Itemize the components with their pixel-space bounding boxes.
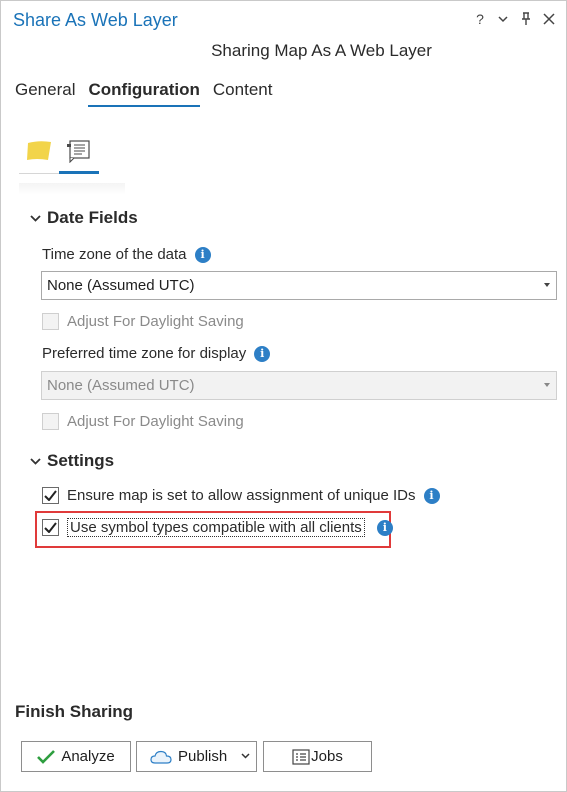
pane-title: Share As Web Layer [13, 10, 178, 30]
checkmark-icon [44, 522, 57, 533]
symbol-types-row: Use symbol types compatible with all cli… [42, 518, 393, 537]
date-fields-title: Date Fields [47, 208, 138, 227]
jobs-list-icon [292, 748, 310, 765]
preferred-tz-label-text: Preferred time zone for display [42, 345, 247, 362]
adjust-dst-row-2: Adjust For Daylight Saving [42, 413, 244, 430]
pin-icon[interactable] [519, 10, 533, 28]
unique-ids-checkbox[interactable] [42, 487, 59, 504]
subtab-layers[interactable] [19, 129, 59, 173]
symbol-types-checkbox[interactable] [42, 519, 59, 536]
share-as-web-layer-pane: Share As Web Layer ? Sharing Map As A We… [0, 0, 567, 792]
time-zone-value: None (Assumed UTC) [47, 277, 195, 294]
cloud-icon [150, 750, 172, 764]
adjust-dst-row-1: Adjust For Daylight Saving [42, 313, 244, 330]
checkmark-icon [44, 490, 57, 501]
time-zone-label-text: Time zone of the data [42, 246, 187, 263]
options-dropdown-icon[interactable] [496, 10, 510, 28]
chevron-down-icon [29, 455, 41, 467]
jobs-label: Jobs [311, 748, 343, 765]
info-icon[interactable]: i [423, 487, 440, 504]
dropdown-caret-icon [544, 383, 550, 387]
subtab-configure[interactable] [59, 129, 99, 173]
dropdown-caret-icon [544, 283, 550, 287]
pane-titlebar: Share As Web Layer ? [1, 1, 566, 39]
time-zone-label: Time zone of the data i [42, 246, 211, 263]
unique-ids-label: Ensure map is set to allow assignment of… [67, 487, 416, 504]
subtitle-text: Sharing Map As A Web Layer [211, 41, 432, 60]
configuration-subtabs [19, 129, 125, 195]
finish-sharing-header: Finish Sharing [15, 702, 134, 721]
preferred-tz-value: None (Assumed UTC) [47, 377, 195, 394]
help-icon[interactable]: ? [473, 10, 487, 28]
pane-controls: ? [473, 10, 556, 28]
subtab-shadow [19, 183, 125, 195]
analyze-button[interactable]: Analyze [21, 741, 131, 772]
info-icon[interactable]: i [194, 246, 211, 263]
info-icon[interactable]: i [254, 345, 271, 362]
settings-title: Settings [47, 451, 115, 470]
main-tabs: General Configuration Content [15, 80, 272, 107]
preferred-tz-label: Preferred time zone for display i [42, 345, 271, 362]
configure-pane-icon [67, 140, 90, 163]
pane-subtitle: Sharing Map As A Web Layer [1, 41, 566, 61]
tab-configuration[interactable]: Configuration [88, 80, 200, 107]
jobs-button[interactable]: Jobs [263, 741, 372, 772]
chevron-down-icon[interactable] [241, 751, 250, 762]
chevron-down-icon [29, 212, 41, 224]
publish-label: Publish [178, 748, 228, 765]
tab-content[interactable]: Content [213, 80, 273, 107]
analyze-label: Analyze [61, 748, 115, 765]
adjust-dst-checkbox-2[interactable] [42, 413, 59, 430]
info-icon[interactable]: i [376, 519, 393, 536]
publish-button[interactable]: Publish [136, 741, 257, 772]
preferred-tz-select[interactable]: None (Assumed UTC) [41, 371, 557, 400]
close-icon[interactable] [542, 10, 556, 28]
symbol-types-label: Use symbol types compatible with all cli… [67, 518, 365, 537]
date-fields-header[interactable]: Date Fields [29, 208, 138, 228]
tab-general[interactable]: General [15, 80, 75, 107]
adjust-dst-checkbox-1[interactable] [42, 313, 59, 330]
subtab-active-indicator [59, 171, 99, 174]
adjust-dst-label-2: Adjust For Daylight Saving [67, 413, 244, 430]
unique-ids-row: Ensure map is set to allow assignment of… [42, 487, 440, 504]
adjust-dst-label-1: Adjust For Daylight Saving [67, 313, 244, 330]
layer-icon [27, 141, 51, 160]
time-zone-select[interactable]: None (Assumed UTC) [41, 271, 557, 300]
checkmark-icon [37, 749, 56, 764]
settings-header[interactable]: Settings [29, 451, 114, 471]
